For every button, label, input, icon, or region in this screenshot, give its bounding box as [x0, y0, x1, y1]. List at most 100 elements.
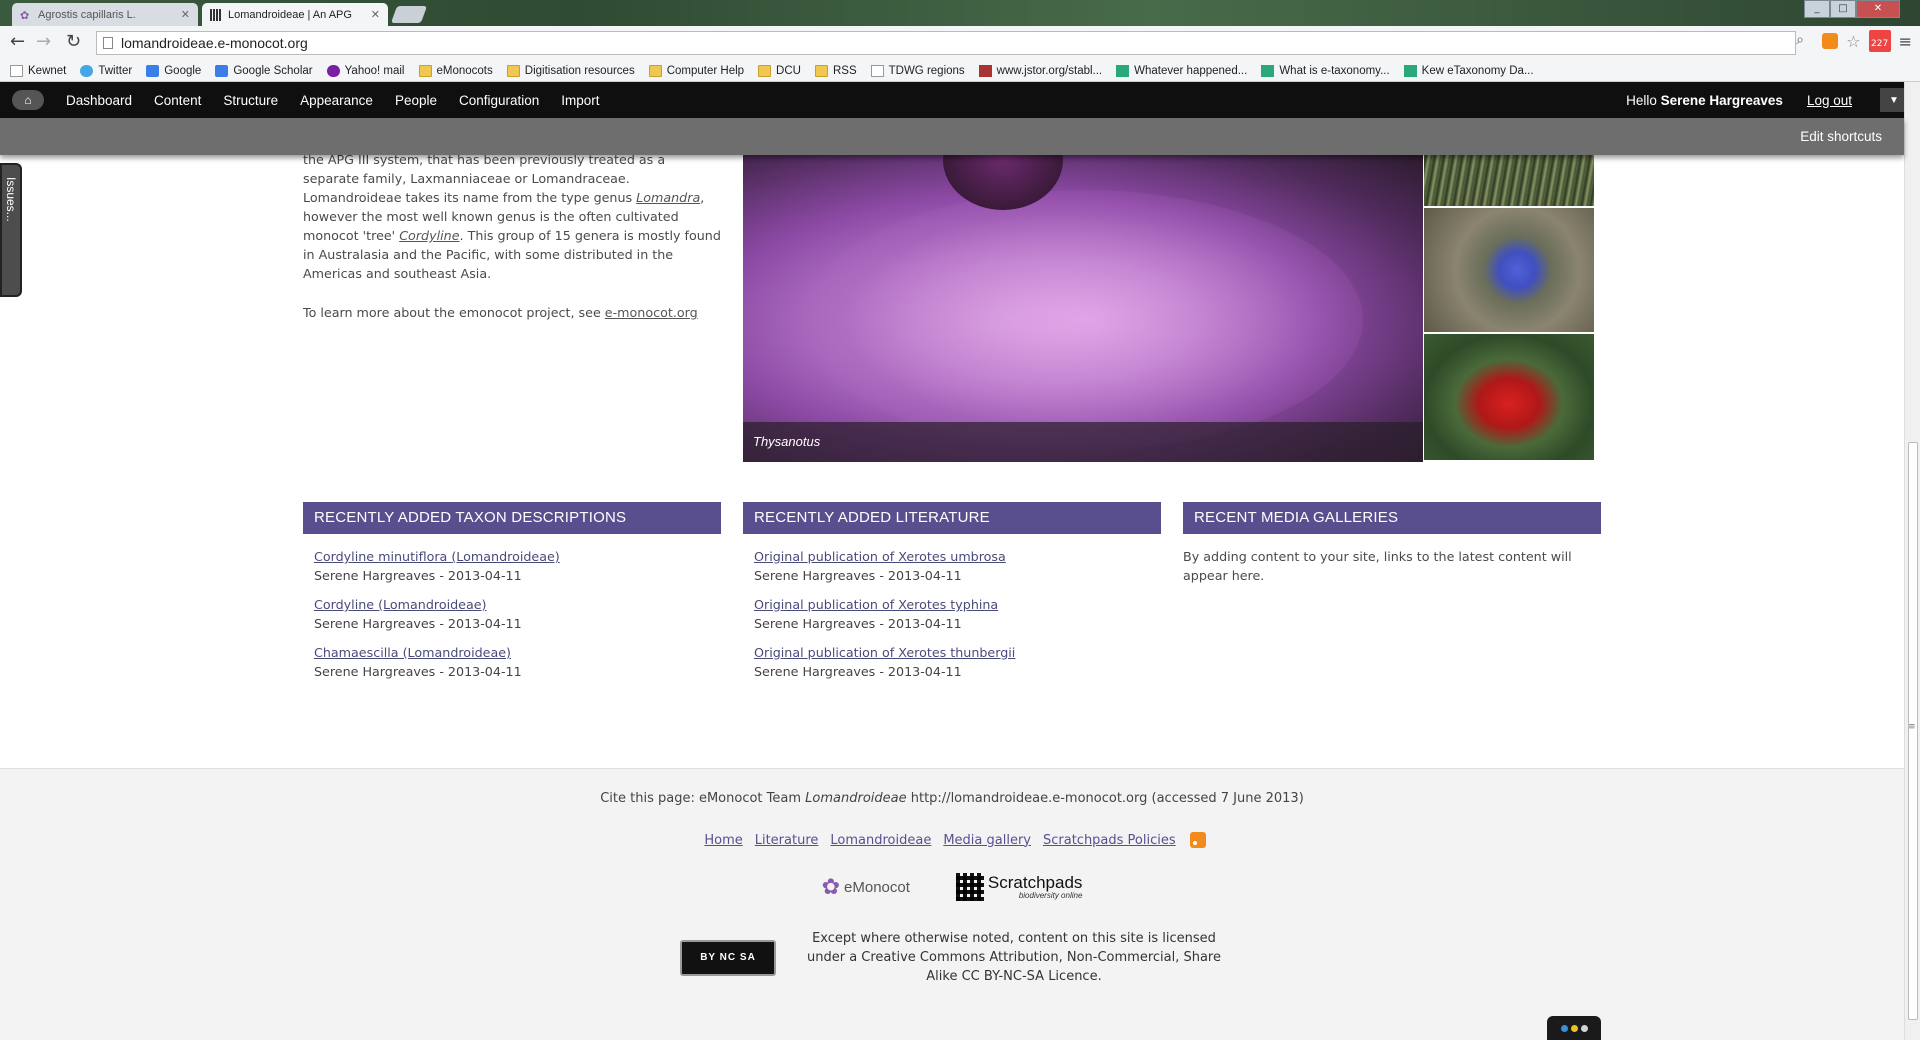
close-icon[interactable]: ✕	[177, 8, 190, 21]
browser-tab-lomandroideae[interactable]: Lomandroideae | An APG ✕	[202, 3, 388, 26]
bookmark-item[interactable]: Kewnet	[10, 64, 66, 77]
thumbnail-red-berries-image[interactable]	[1424, 334, 1594, 460]
home-icon[interactable]: ⌂	[12, 90, 44, 110]
yahoo-icon	[326, 64, 340, 77]
footer-link-literature[interactable]: Literature	[755, 833, 819, 848]
cordyline-link[interactable]: Cordyline	[399, 228, 459, 243]
bookmark-label: RSS	[832, 64, 857, 77]
bookmark-item[interactable]: Whatever happened...	[1116, 64, 1247, 77]
dot-icon	[1570, 1024, 1578, 1032]
page-icon	[10, 64, 23, 77]
bookmark-item[interactable]: What is e-taxonomy...	[1261, 64, 1390, 77]
hero-caption: Thysanotus	[743, 422, 1423, 462]
web-icon	[1403, 64, 1417, 77]
twitter-icon	[80, 64, 94, 77]
flower-petal-shape	[803, 190, 1363, 450]
emonocot-paragraph: To learn more about the emonocot project…	[303, 305, 698, 320]
rss-extension-icon[interactable]	[1822, 33, 1839, 49]
footer-logos: ✿ eMonocot Scratchpads biodiversity onli…	[0, 873, 1904, 901]
taxon-link[interactable]: Cordyline minutiflora (Lomandroideae)	[314, 547, 710, 566]
admin-menu-configuration[interactable]: Configuration	[459, 93, 539, 108]
item-meta: Serene Hargreaves - 2013-04-11	[314, 568, 522, 583]
issues-tab[interactable]: Issues...	[0, 163, 22, 297]
taxon-list: Cordyline minutiflora (Lomandroideae) Ser…	[303, 534, 721, 681]
block-taxon-descriptions: RECENTLY ADDED TAXON DESCRIPTIONS Cordyl…	[303, 502, 721, 691]
gallery-thumbnails	[1424, 150, 1594, 462]
bookmark-item[interactable]: Google Scholar	[215, 64, 313, 77]
thumbnail-blue-flower-image[interactable]	[1424, 208, 1594, 332]
minimize-button[interactable]: _	[1804, 0, 1830, 18]
bookmark-item[interactable]: RSS	[814, 64, 857, 77]
emonocot-flower-icon: ✿	[821, 874, 841, 899]
maximize-button[interactable]: □	[1830, 0, 1856, 18]
admin-menu-people[interactable]: People	[395, 93, 437, 108]
item-meta: Serene Hargreaves - 2013-04-11	[314, 664, 522, 679]
bookmark-item[interactable]: eMonocots	[418, 64, 493, 77]
browser-tab-agrostis[interactable]: ✿ Agrostis capillaris L. ✕	[12, 3, 198, 26]
bookmark-item[interactable]: Twitter	[80, 64, 132, 77]
admin-menu-content[interactable]: Content	[154, 93, 201, 108]
footer-link-lomandroideae[interactable]: Lomandroideae	[830, 833, 931, 848]
bookmark-item[interactable]: TDWG regions	[870, 64, 965, 77]
chrome-menu-icon[interactable]: ≡	[1899, 32, 1912, 51]
taxon-link[interactable]: Chamaescilla (Lomandroideae)	[314, 643, 710, 662]
page-scrollbar[interactable]: ≡	[1904, 82, 1920, 1040]
page-icon	[870, 64, 884, 77]
rss-icon[interactable]	[1189, 832, 1206, 848]
list-item: Chamaescilla (Lomandroideae) Serene Hargr…	[314, 643, 710, 681]
bookmark-label: eMonocots	[436, 64, 493, 77]
admin-menu-dashboard[interactable]: Dashboard	[66, 93, 132, 108]
admin-menu-import[interactable]: Import	[561, 93, 599, 108]
feedback-widget[interactable]	[1547, 1016, 1601, 1040]
hero-image-thysanotus[interactable]: Thysanotus	[743, 150, 1423, 462]
forward-arrow-icon[interactable]: →	[36, 32, 51, 52]
bookmark-item[interactable]: Yahoo! mail	[326, 64, 405, 77]
literature-link[interactable]: Original publication of Xerotes thunberg…	[754, 643, 1150, 662]
footer-link-home[interactable]: Home	[704, 833, 742, 848]
license-text: Except where otherwise noted, content on…	[806, 931, 1221, 984]
reload-icon[interactable]: ↻	[66, 32, 81, 52]
thumbnail-grass-image[interactable]	[1424, 150, 1594, 206]
cc-license-badge[interactable]: BY NC SA	[680, 939, 776, 976]
footer-link-policies[interactable]: Scratchpads Policies	[1043, 833, 1176, 848]
admin-menu-appearance[interactable]: Appearance	[300, 93, 373, 108]
bookmark-label: Google Scholar	[233, 64, 313, 77]
jstor-icon	[978, 64, 992, 77]
literature-link[interactable]: Original publication of Xerotes umbrosa	[754, 547, 1150, 566]
bookmark-item[interactable]: DCU	[758, 64, 801, 77]
bookmark-label: What is e-taxonomy...	[1279, 64, 1390, 77]
bookmark-item[interactable]: Digitisation resources	[506, 64, 635, 77]
bookmark-item[interactable]: Google	[146, 64, 201, 77]
taxon-link[interactable]: Cordyline (Lomandroideae)	[314, 595, 710, 614]
user-name[interactable]: Serene Hargreaves	[1661, 93, 1783, 108]
footer-link-media-gallery[interactable]: Media gallery	[943, 833, 1031, 848]
edit-shortcuts-link[interactable]: Edit shortcuts	[1800, 129, 1882, 144]
bookmark-star-icon[interactable]: ☆	[1846, 32, 1860, 51]
dot-icon	[1580, 1024, 1588, 1032]
bookmark-item[interactable]: Kew eTaxonomy Da...	[1403, 64, 1534, 77]
list-item: Cordyline minutiflora (Lomandroideae) Ser…	[314, 547, 710, 585]
tab-title: Agrostis capillaris L.	[38, 8, 136, 21]
back-arrow-icon[interactable]: ←	[10, 32, 25, 52]
emonocot-link[interactable]: e-monocot.org	[605, 305, 698, 320]
item-meta: Serene Hargreaves - 2013-04-11	[314, 616, 522, 631]
lomandra-link[interactable]: Lomandra	[636, 190, 700, 205]
address-bar[interactable]: lomandroideae.e-monocot.org	[96, 31, 1796, 55]
dot-icon	[1560, 1024, 1568, 1032]
extension-icons: ☆ 227 ≡	[1822, 30, 1912, 52]
admin-user-area: Hello Serene Hargreaves Log out ▼	[1626, 88, 1920, 112]
zoom-icon[interactable]: ⌕	[1796, 32, 1804, 48]
bookmark-item[interactable]: Computer Help	[648, 64, 744, 77]
admin-menu-structure[interactable]: Structure	[223, 93, 278, 108]
window-close-button[interactable]: ✕	[1856, 0, 1900, 18]
calendar-extension-icon[interactable]: 227	[1868, 30, 1891, 52]
admin-toolbar: ⌂ Dashboard Content Structure Appearance…	[0, 82, 1920, 118]
logout-link[interactable]: Log out	[1807, 93, 1852, 108]
scratchpads-logo[interactable]: Scratchpads biodiversity online	[955, 873, 1082, 901]
close-icon[interactable]: ✕	[367, 8, 380, 21]
folder-icon	[506, 64, 520, 77]
new-tab-button[interactable]	[390, 6, 428, 23]
literature-link[interactable]: Original publication of Xerotes typhina	[754, 595, 1150, 614]
bookmark-item[interactable]: www.jstor.org/stabl...	[978, 64, 1102, 77]
emonocot-logo[interactable]: ✿ eMonocot	[822, 874, 910, 900]
